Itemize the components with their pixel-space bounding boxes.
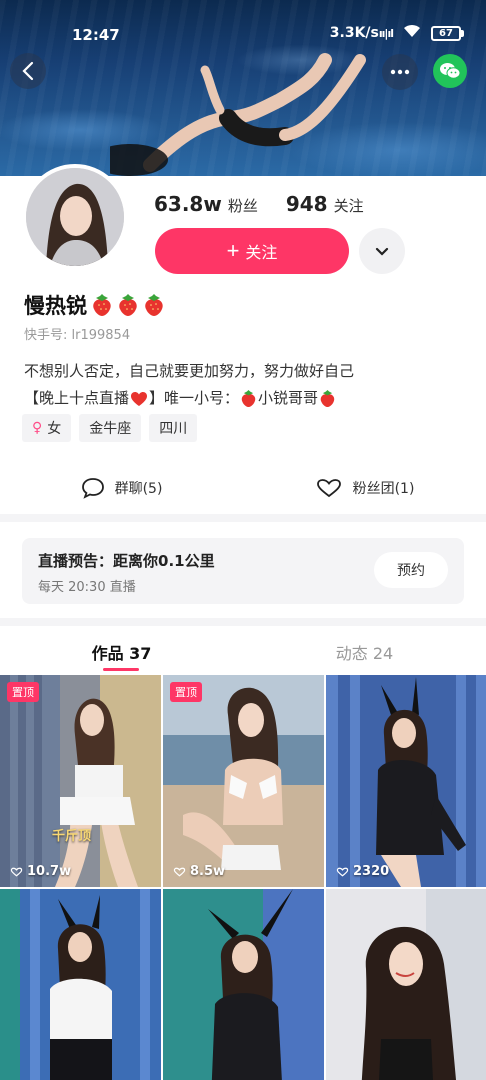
status-time: 12:47 xyxy=(72,26,120,44)
chevron-down-icon xyxy=(375,247,389,256)
strawberry-icon xyxy=(241,390,256,407)
live-preview-card[interactable]: 直播预告：距离你0.1公里 每天 20:30 直播 预约 xyxy=(22,538,464,604)
works-grid: 置顶 千斤顶 10.7w 置顶 8.5w 2320 xyxy=(0,675,486,1080)
profile-name-row: 慢热锐 xyxy=(24,290,165,320)
reserve-button[interactable]: 预约 xyxy=(374,552,448,588)
more-dots-icon xyxy=(390,69,410,75)
strawberry-icon xyxy=(119,294,137,316)
work-thumbnail xyxy=(163,675,324,887)
work-tile[interactable]: 置顶 千斤顶 10.7w xyxy=(0,675,161,887)
zodiac-tag: 金牛座 xyxy=(79,414,142,442)
wifi-icon xyxy=(403,24,421,42)
pinned-badge: 置顶 xyxy=(7,682,39,702)
work-thumbnail xyxy=(0,889,161,1080)
recommend-dropdown-button[interactable] xyxy=(359,228,405,274)
like-count: 10.7w xyxy=(10,864,71,879)
group-chat-button[interactable]: 群聊(5) xyxy=(0,468,243,508)
network-speed: 3.3K/sıı|ıl xyxy=(329,25,394,41)
work-tile[interactable] xyxy=(326,889,486,1080)
location-tag: 四川 xyxy=(149,414,198,442)
bio-line-2: 【晚上十点直播 】唯一小号： 小锐哥哥 xyxy=(24,385,354,412)
battery-icon: 67 xyxy=(431,25,464,41)
gender-tag: ♀ 女 xyxy=(22,414,72,442)
live-preview-title: 直播预告：距离你0.1公里 xyxy=(38,552,215,570)
followers-label[interactable]: 粉丝 xyxy=(228,195,258,216)
section-divider xyxy=(0,618,486,626)
profile-tags: ♀ 女 金牛座 四川 xyxy=(22,414,198,442)
profile-header: 63.8w 粉丝 948 关注 + 关注 慢热锐 快手号: lr199854 不… xyxy=(0,164,486,508)
strawberry-icon xyxy=(145,294,163,316)
heart-outline-icon xyxy=(10,867,23,876)
strawberry-icon xyxy=(320,390,335,407)
live-preview-schedule: 每天 20:30 直播 xyxy=(38,580,136,595)
pinned-badge: 置顶 xyxy=(170,682,202,702)
group-chat-label: 群聊(5) xyxy=(114,481,163,497)
profile-name: 慢热锐 xyxy=(24,294,87,318)
profile-bio: 不想别人否定，自己就要更加努力，努力做好自己 【晚上十点直播 】唯一小号： 小锐… xyxy=(24,358,354,412)
plus-icon: + xyxy=(226,238,240,263)
status-bar: 12:47 3.3K/sıı|ıl 67 xyxy=(0,0,486,62)
strawberry-icon xyxy=(93,294,111,316)
work-thumbnail xyxy=(326,889,486,1080)
status-indicators: 3.3K/sıı|ıl 67 xyxy=(330,24,464,42)
work-thumbnail xyxy=(163,889,324,1080)
tab-moments[interactable]: 动态 24 xyxy=(243,630,486,674)
back-button[interactable] xyxy=(10,53,46,89)
like-count: 8.5w xyxy=(173,864,225,879)
bio-line-1: 不想别人否定，自己就要更加努力，努力做好自己 xyxy=(24,362,355,380)
work-thumbnail xyxy=(0,675,161,887)
avatar[interactable] xyxy=(22,164,128,270)
signal-icon: ıı|ıl xyxy=(378,27,394,40)
heart-outline-icon xyxy=(336,867,349,876)
like-count: 2320 xyxy=(336,864,389,879)
follow-button[interactable]: + 关注 xyxy=(155,228,349,274)
watermark-text: 千斤顶 xyxy=(52,829,92,844)
chat-bubble-icon xyxy=(81,478,104,499)
social-row: 群聊(5) 粉丝团(1) xyxy=(0,468,486,508)
follow-button-label: 关注 xyxy=(245,245,278,262)
user-id: 快手号: lr199854 xyxy=(24,328,131,343)
work-tile[interactable]: 置顶 8.5w xyxy=(163,675,324,887)
work-tile[interactable] xyxy=(163,889,324,1080)
work-tile[interactable] xyxy=(0,889,161,1080)
section-divider xyxy=(0,514,486,522)
female-icon: ♀ xyxy=(32,420,43,436)
followers-count[interactable]: 63.8w xyxy=(154,192,222,216)
following-count[interactable]: 948 xyxy=(286,192,328,216)
wechat-share-button[interactable] xyxy=(433,54,467,88)
work-thumbnail xyxy=(326,675,486,887)
fan-club-label: 粉丝团(1) xyxy=(352,481,415,497)
work-tile[interactable]: 2320 xyxy=(326,675,486,887)
more-button[interactable] xyxy=(382,54,418,90)
wechat-icon xyxy=(440,63,461,79)
chevron-left-icon xyxy=(22,61,34,81)
heart-outline-icon xyxy=(173,867,186,876)
fan-club-button[interactable]: 粉丝团(1) xyxy=(243,468,486,508)
heart-emoji-icon xyxy=(131,391,148,406)
content-tabs: 作品 37 动态 24 xyxy=(0,630,486,674)
following-label[interactable]: 关注 xyxy=(334,195,364,216)
heart-outline-icon xyxy=(316,479,341,498)
active-tab-indicator xyxy=(103,668,139,671)
profile-stats: 63.8w 粉丝 948 关注 xyxy=(154,192,386,216)
